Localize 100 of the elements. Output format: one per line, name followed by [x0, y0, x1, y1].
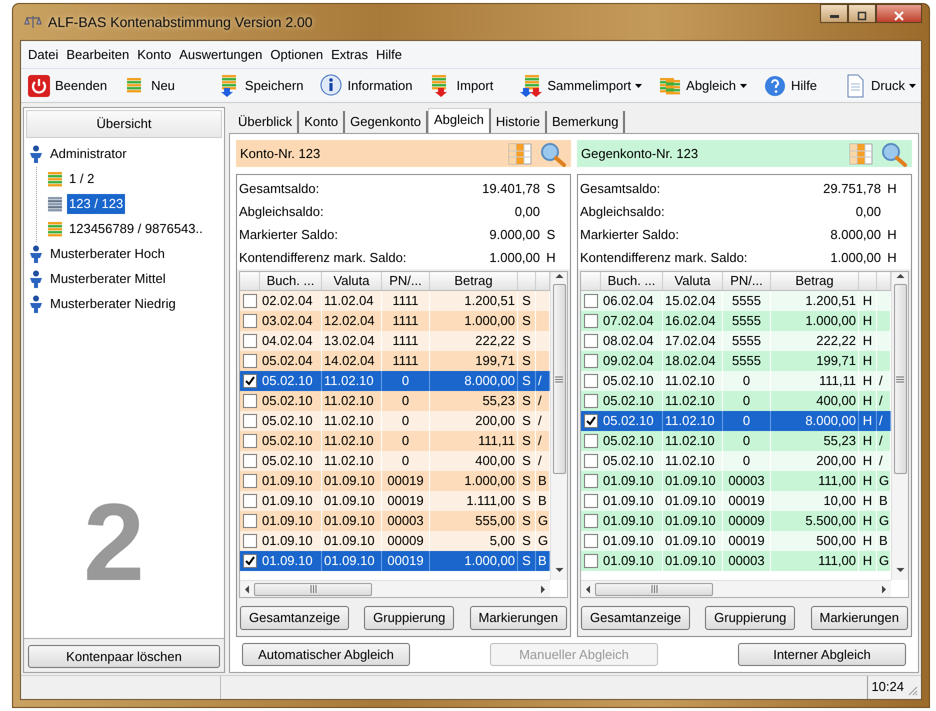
toolbar-button[interactable]: Speichern [212, 72, 308, 100]
scroll-up-icon[interactable] [554, 272, 564, 280]
table-row[interactable]: 01.09.10 01.09.10 00009 5,00 S G [240, 531, 550, 551]
table-row[interactable]: 01.09.10 01.09.10 00003 555,00 S G [240, 511, 550, 531]
table-row[interactable]: 06.02.04 15.02.04 5555 1.200,51 H [581, 291, 891, 311]
maximize-button[interactable] [848, 4, 876, 23]
tab[interactable]: Abgleich [428, 108, 491, 133]
checkbox[interactable] [243, 534, 257, 548]
table-row[interactable]: 08.02.04 17.02.04 5555 222,22 H [581, 331, 891, 351]
table-row[interactable]: 05.02.10 11.02.10 0 400,00 H / [581, 391, 891, 411]
toolbar-button[interactable]: Import [424, 72, 498, 100]
checkbox[interactable] [243, 454, 257, 468]
table-row[interactable]: 01.09.10 01.09.10 00019 10,00 H B [581, 491, 891, 511]
column-header[interactable]: Betrag [771, 272, 859, 290]
checkbox[interactable] [584, 334, 598, 348]
tree-item[interactable]: 1 / 2 [45, 166, 220, 192]
checkbox[interactable] [584, 514, 598, 528]
table-row[interactable]: 05.02.10 11.02.10 0 200,00 S / [240, 411, 550, 431]
scrollbar-thumb[interactable] [254, 582, 372, 596]
toolbar-button[interactable]: Hilfe [759, 72, 822, 100]
panel-button[interactable]: Gesamtanzeige [240, 606, 350, 630]
checkbox[interactable] [584, 414, 598, 428]
checkbox[interactable] [243, 374, 257, 388]
tree-item[interactable]: Administrator [28, 142, 220, 166]
table-row[interactable]: 05.02.10 11.02.10 0 111,11 S / [240, 431, 550, 451]
toolbar-button[interactable]: Information [315, 72, 417, 100]
scroll-down-icon[interactable] [896, 566, 904, 574]
panel-button[interactable]: Gesamtanzeige [581, 606, 690, 630]
column-header[interactable]: Buch. ... [601, 272, 663, 290]
table-row[interactable]: 03.02.04 12.02.04 1111 1.000,00 S [240, 311, 550, 331]
panel-button[interactable]: Markierungen [810, 606, 908, 630]
horizontal-scrollbar[interactable] [581, 580, 891, 597]
scroll-up-icon[interactable] [896, 272, 904, 280]
toolbar-button[interactable]: Sammelimport [515, 72, 646, 100]
table-row[interactable]: 01.09.10 01.09.10 00003 111,00 H G [581, 471, 891, 491]
resize-grip-icon[interactable] [906, 684, 918, 696]
scrollbar-thumb[interactable] [595, 582, 713, 596]
search-icon[interactable] [539, 140, 567, 166]
grid-icon[interactable] [507, 142, 533, 166]
checkbox[interactable] [584, 374, 598, 388]
checkbox[interactable] [584, 494, 598, 508]
column-header[interactable]: Betrag [430, 272, 518, 290]
table-row[interactable]: 05.02.10 11.02.10 0 111,11 H / [581, 371, 891, 391]
table-row[interactable]: 05.02.10 11.02.10 0 55,23 S / [240, 391, 550, 411]
table-row[interactable]: 05.02.10 11.02.10 0 200,00 H / [581, 451, 891, 471]
menu-item[interactable]: Datei [25, 42, 64, 66]
menu-item[interactable]: Extras [328, 42, 373, 66]
column-header[interactable]: Valuta [663, 272, 723, 290]
toolbar-button[interactable]: Abgleich [654, 72, 752, 100]
panel-button[interactable]: Gruppierung [364, 606, 454, 630]
vertical-scrollbar[interactable] [891, 272, 908, 580]
tree-item[interactable]: 123 / 123 [45, 192, 220, 216]
checkbox[interactable] [584, 354, 598, 368]
table-row[interactable]: 01.09.10 01.09.10 00003 111,00 H G [581, 551, 891, 571]
checkbox[interactable] [243, 294, 257, 308]
menu-item[interactable]: Hilfe [372, 42, 407, 66]
checkbox[interactable] [243, 394, 257, 408]
panel-button[interactable]: Markierungen [470, 606, 567, 630]
scrollbar-thumb[interactable] [552, 284, 566, 474]
table-row[interactable]: 01.09.10 01.09.10 00019 1.000,00 S B [240, 471, 550, 491]
checkbox[interactable] [584, 294, 598, 308]
horizontal-scrollbar[interactable] [240, 580, 550, 597]
menu-item[interactable]: Optionen [267, 42, 328, 66]
table-row[interactable]: 05.02.10 11.02.10 0 400,00 S / [240, 451, 550, 471]
table-row[interactable]: 01.09.10 01.09.10 00019 500,00 H B [581, 531, 891, 551]
checkbox[interactable] [584, 394, 598, 408]
checkbox[interactable] [584, 554, 598, 568]
toolbar-button[interactable]: Druck [839, 72, 920, 100]
grid-icon[interactable] [848, 142, 874, 166]
checkbox[interactable] [584, 314, 598, 328]
tree-item[interactable]: 123456789 / 9876543.. [45, 216, 220, 242]
table-row[interactable]: 05.02.10 11.02.10 0 8.000,00 H / [581, 411, 891, 431]
menu-item[interactable]: Auswertungen [176, 42, 268, 66]
column-header[interactable]: Buch. ... [260, 272, 322, 290]
checkbox[interactable] [584, 434, 598, 448]
minimize-button[interactable] [820, 4, 848, 23]
column-header[interactable]: PN/... [723, 272, 771, 290]
checkbox[interactable] [243, 494, 257, 508]
checkbox[interactable] [243, 314, 257, 328]
checkbox[interactable] [243, 414, 257, 428]
search-icon[interactable] [880, 140, 908, 166]
scroll-down-icon[interactable] [554, 566, 564, 574]
tree-item[interactable]: Musterberater Niedrig [28, 292, 220, 316]
scrollbar-thumb[interactable] [894, 284, 906, 474]
checkbox[interactable] [243, 514, 257, 528]
table-row[interactable]: 01.09.10 01.09.10 00019 1.111,00 S B [240, 491, 550, 511]
table-row[interactable]: 09.02.04 18.02.04 5555 199,71 H [581, 351, 891, 371]
table-row[interactable]: 05.02.10 11.02.10 0 8.000,00 S / [240, 371, 550, 391]
checkbox[interactable] [243, 334, 257, 348]
menu-item[interactable]: Konto [134, 42, 176, 66]
checkbox[interactable] [243, 554, 257, 568]
toolbar-button[interactable]: Beenden [23, 72, 112, 100]
panel-button[interactable]: Gruppierung [705, 606, 796, 630]
table-row[interactable]: 01.09.10 01.09.10 00019 1.000,00 S B [240, 551, 550, 571]
close-button[interactable] [876, 4, 922, 23]
action-button[interactable]: Interner Abgleich [738, 642, 906, 666]
tree-item[interactable]: Musterberater Hoch [28, 242, 220, 266]
table-row[interactable]: 05.02.04 14.02.04 1111 199,71 S [240, 351, 550, 371]
column-header[interactable]: PN/... [382, 272, 430, 290]
table-row[interactable]: 02.02.04 11.02.04 1111 1.200,51 S [240, 291, 550, 311]
